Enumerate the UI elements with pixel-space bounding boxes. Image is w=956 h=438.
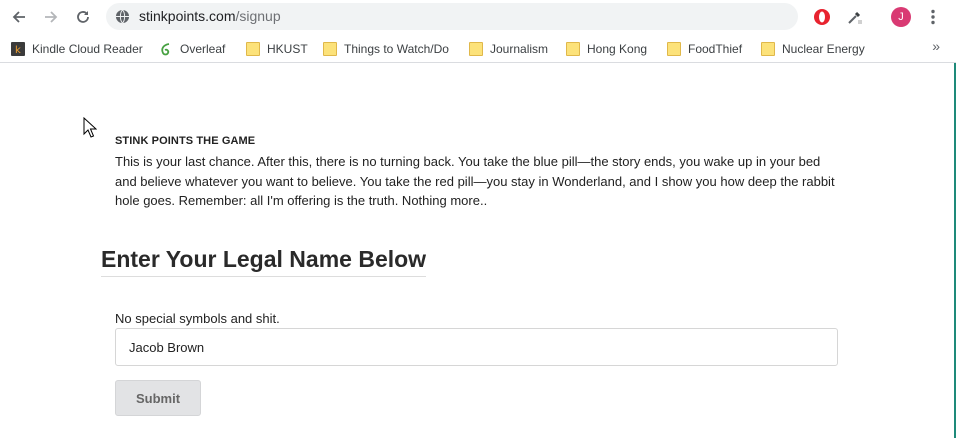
bookmark-hong-kong[interactable]: Hong Kong <box>566 40 647 58</box>
folder-icon <box>323 42 337 56</box>
back-button[interactable] <box>7 5 31 29</box>
bookmark-foodthief[interactable]: FoodThief <box>667 40 742 58</box>
reload-button[interactable] <box>71 5 95 29</box>
profile-button[interactable]: J <box>889 5 913 29</box>
intro-paragraph: This is your last chance. After this, th… <box>115 154 835 208</box>
address-bar[interactable]: stinkpoints.com/signup <box>106 3 798 30</box>
folder-icon <box>667 42 681 56</box>
bookmark-hkust[interactable]: HKUST <box>246 40 308 58</box>
name-field-label: No special symbols and shit. <box>115 311 280 326</box>
overleaf-icon <box>161 43 170 56</box>
legal-name-input[interactable] <box>115 328 838 366</box>
avatar: J <box>891 7 911 27</box>
kebab-menu-icon <box>931 9 935 25</box>
folder-icon <box>761 42 775 56</box>
back-arrow-icon <box>12 11 25 23</box>
browser-toolbar: stinkpoints.com/signup J <box>0 0 956 34</box>
opera-icon <box>814 9 830 25</box>
forward-button[interactable] <box>39 5 63 29</box>
more-bookmarks-button[interactable]: » <box>932 38 940 54</box>
bookmarks-bar: k Kindle Cloud Reader Overleaf HKUST Thi… <box>0 34 956 63</box>
kindle-icon: k <box>11 42 25 56</box>
eyedropper-icon <box>848 11 862 24</box>
reload-icon <box>77 11 89 23</box>
forward-arrow-icon <box>45 11 58 23</box>
eyedropper-extension-button[interactable] <box>843 5 867 29</box>
page-title: Enter Your Legal Name Below <box>101 246 427 277</box>
folder-icon <box>469 42 483 56</box>
folder-icon <box>566 42 580 56</box>
url-text: stinkpoints.com/signup <box>139 8 281 24</box>
bookmark-kindle-cloud-reader[interactable]: k Kindle Cloud Reader <box>11 40 143 58</box>
browser-menu-button[interactable] <box>921 5 945 29</box>
bookmark-overleaf[interactable]: Overleaf <box>159 40 225 58</box>
folder-icon <box>246 42 260 56</box>
svg-text:k: k <box>15 45 21 56</box>
bookmark-nuclear-energy[interactable]: Nuclear Energy <box>761 40 865 58</box>
globe-icon <box>115 9 130 24</box>
mouse-cursor-icon <box>83 117 97 138</box>
bookmark-journalism[interactable]: Journalism <box>469 40 548 58</box>
game-title: STINK POINTS THE GAME <box>115 135 256 147</box>
submit-button[interactable]: Submit <box>115 380 201 416</box>
bookmark-things-to-watch[interactable]: Things to Watch/Do <box>323 40 449 58</box>
opera-extension-button[interactable] <box>810 5 834 29</box>
